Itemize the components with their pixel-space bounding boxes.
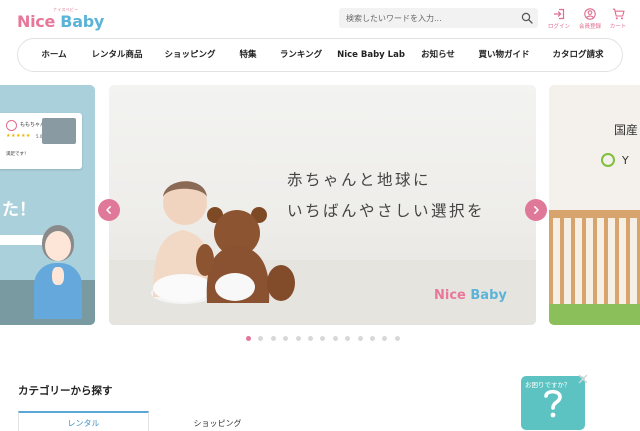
nav-item-guide[interactable]: 買い物ガイド [478, 39, 529, 71]
carousel-slide-next[interactable]: 国産 Y [549, 85, 640, 325]
search-icon[interactable] [521, 12, 533, 24]
site-header: ナイスベビー Nice Baby ログイン 会員登録 カート [0, 0, 640, 38]
question-icon [544, 389, 562, 418]
logo-wordmark: Nice Baby [17, 12, 104, 31]
reviewer-avatar [6, 120, 17, 131]
carousel-dot[interactable] [394, 336, 400, 341]
tab-rental[interactable]: レンタル [18, 411, 149, 431]
carousel-dot[interactable] [295, 336, 301, 341]
carousel-slide-active[interactable]: 赤ちゃんと地球に いちばんやさしい選択を Nice Baby [109, 85, 536, 325]
brand-mark [601, 153, 615, 167]
slide-heading-fragment: 国産 [614, 123, 639, 137]
carousel-dot[interactable] [246, 336, 251, 341]
carousel-prev-button[interactable] [98, 199, 120, 221]
cart-label: カート [609, 24, 627, 30]
review-snippet: 満足です！ [6, 152, 29, 157]
review-card: ももちゃん ★★★★★ 5.0 満足です！ [0, 113, 82, 169]
carousel-next-button[interactable] [525, 199, 547, 221]
chevron-right-icon [534, 206, 539, 214]
carousel-dot[interactable] [345, 336, 351, 341]
main-nav: ホーム レンタル商品 ショッピング 特集 ランキング Nice Baby Lab… [17, 38, 623, 72]
tab-shopping[interactable]: ショッピング [152, 411, 283, 431]
slide-caption: た！ [2, 200, 36, 220]
hero-copy-line2: いちばんやさしい選択を [287, 202, 486, 220]
carousel-dot[interactable] [382, 336, 388, 341]
hero-copy-line1: 赤ちゃんと地球に [287, 171, 432, 189]
nav-item-shopping[interactable]: ショッピング [164, 39, 215, 71]
nav-item-ranking[interactable]: ランキング [280, 39, 322, 71]
carousel-dot[interactable] [370, 336, 375, 341]
brand-fragment: Y [622, 154, 629, 167]
nav-item-rental[interactable]: レンタル商品 [91, 39, 142, 71]
nav-item-lab[interactable]: Nice Baby Lab [337, 39, 405, 71]
nav-item-news[interactable]: お知らせ [421, 39, 455, 71]
carousel-dot[interactable] [270, 336, 276, 341]
register-button[interactable]: 会員登録 [575, 8, 605, 34]
logo-baby-text: Baby [60, 12, 104, 31]
chevron-left-icon [106, 206, 111, 214]
nav-item-home[interactable]: ホーム [41, 39, 66, 71]
cart-button[interactable]: カート [603, 8, 633, 34]
cart-icon [612, 8, 625, 20]
star-rating: ★★★★★ [6, 133, 31, 139]
product-thumbnail [42, 118, 76, 144]
carousel-dot[interactable] [357, 336, 363, 341]
carousel-dot[interactable] [332, 336, 338, 341]
nav-item-feature[interactable]: 特集 [239, 39, 256, 71]
carousel-slide-prev[interactable]: ももちゃん ★★★★★ 5.0 満足です！ た！ [0, 85, 95, 325]
register-label: 会員登録 [578, 24, 601, 30]
carousel-dot[interactable] [308, 336, 313, 341]
logo-nice-text: Nice [17, 12, 61, 31]
search-box [339, 8, 538, 28]
nav-item-catalog[interactable]: カタログ請求 [552, 39, 603, 71]
close-icon[interactable] [577, 373, 589, 385]
carousel-dot[interactable] [320, 336, 326, 341]
login-label: ログイン [547, 24, 570, 30]
carousel-dot[interactable] [283, 336, 289, 341]
search-input[interactable] [339, 8, 517, 28]
slide-logo-nice: Nice [434, 288, 471, 303]
category-heading: カテゴリーから探す [18, 385, 113, 397]
crib-illustration [549, 210, 640, 325]
hero-copy: 赤ちゃんと地球に いちばんやさしい選択を [287, 165, 485, 227]
woman-illustration [30, 225, 90, 325]
login-icon [554, 8, 565, 20]
site-logo[interactable]: ナイスベビー Nice Baby [17, 6, 104, 31]
slide-logo: Nice Baby [434, 288, 507, 303]
user-icon [584, 8, 596, 20]
carousel-dot[interactable] [258, 336, 264, 341]
login-button[interactable]: ログイン [544, 8, 574, 34]
slide-logo-baby: Baby [470, 288, 507, 303]
